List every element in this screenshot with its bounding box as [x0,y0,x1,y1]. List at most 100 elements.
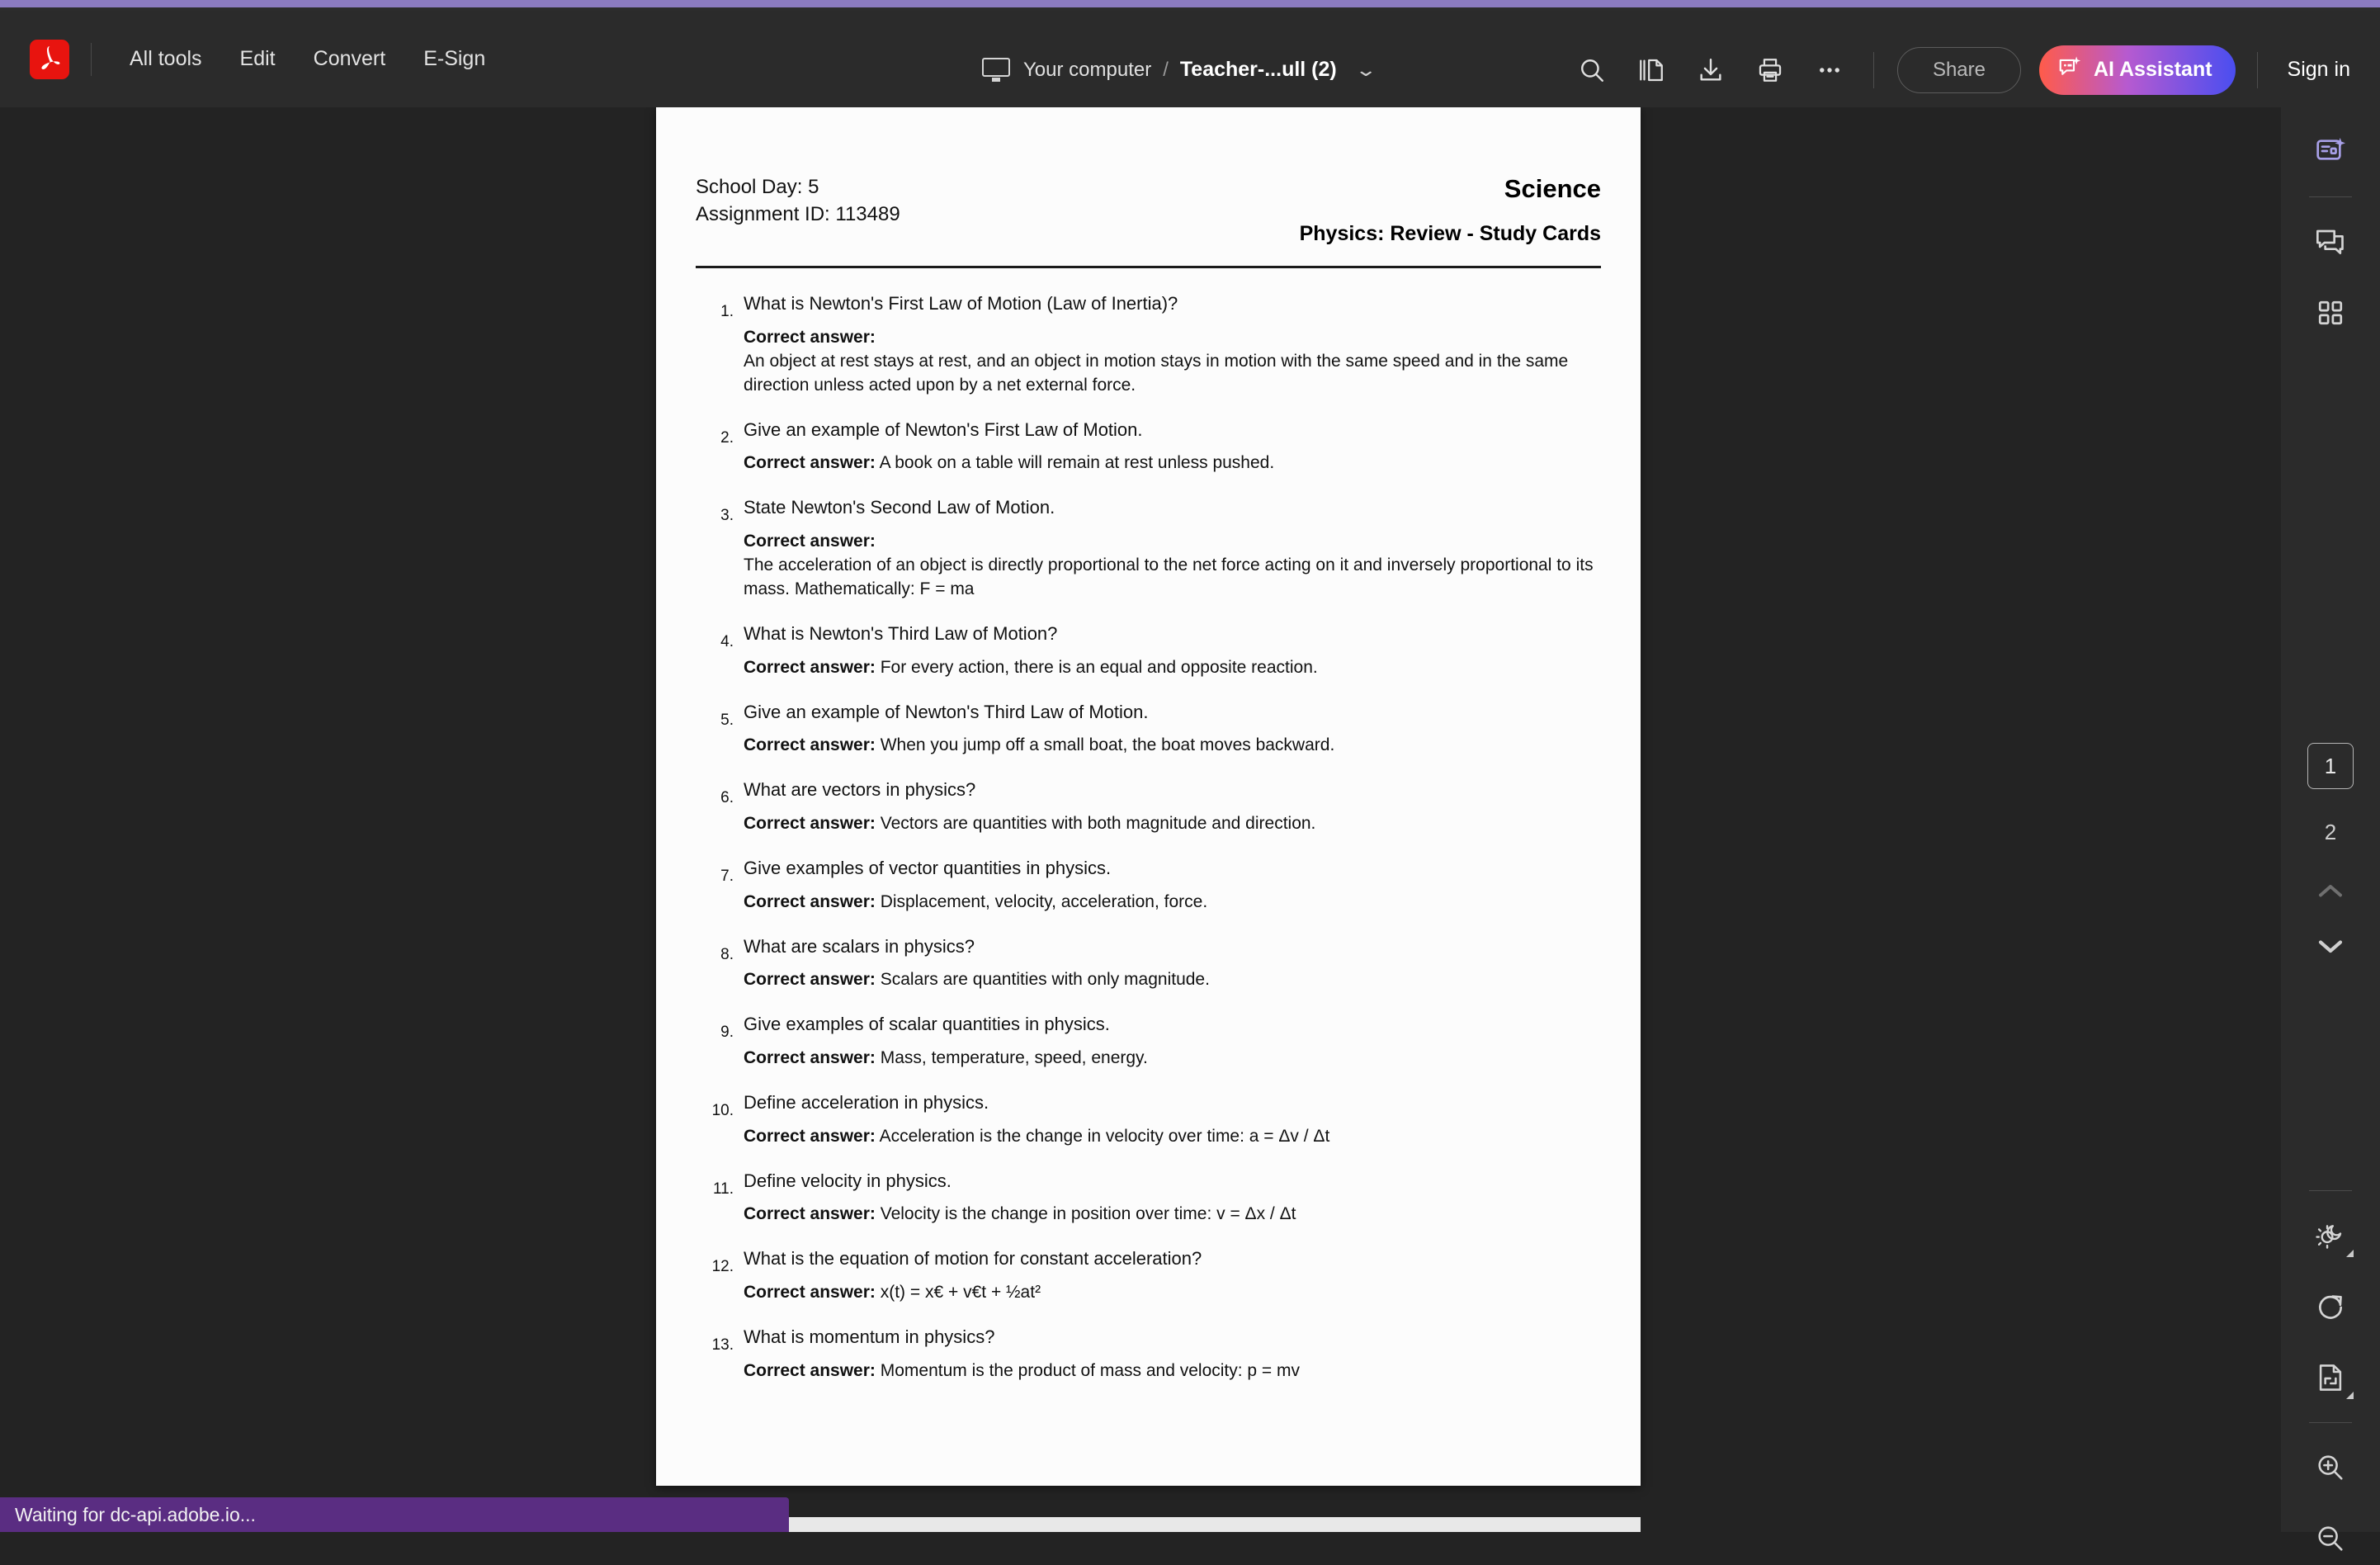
document-title: Physics: Review - Study Cards [1300,222,1601,246]
study-card-number: 7. [696,856,744,915]
study-card-item: 4.What is Newton's Third Law of Motion?C… [696,622,1601,680]
study-card-item: 2.Give an example of Newton's First Law … [696,418,1601,476]
school-day-text: School Day: 5 [696,173,900,201]
right-rail-divider-2 [2309,1190,2352,1191]
answer-label: Correct answer: [744,453,876,472]
study-card-answer: Correct answer: Momentum is the product … [744,1359,1601,1383]
answer-text: Mass, temperature, speed, energy. [876,1048,1148,1067]
answer-text: An object at rest stays at rest, and an … [744,350,1601,398]
ai-assistant-button[interactable]: AI Assistant [2039,45,2236,95]
breadcrumb-location[interactable]: Your computer [1023,59,1151,82]
pdf-page-1: School Day: 5 Assignment ID: 113489 Scie… [656,107,1641,1486]
fit-page-options-corner-icon [2346,1392,2354,1399]
answer-label: Correct answer: [744,814,876,833]
study-card-question: What are scalars in physics? [744,934,1601,959]
study-card-number: 4. [696,622,744,680]
study-card-item: 13.What is momentum in physics?Correct a… [696,1325,1601,1383]
answer-label: Correct answer: [744,658,876,677]
study-card-body: Give examples of scalar quantities in ph… [744,1012,1601,1071]
page-loading-accent-bar [0,0,2380,7]
share-button[interactable]: Share [1897,47,2021,93]
answer-label: Correct answer: [744,532,876,551]
zoom-in-icon[interactable] [2304,1441,2357,1494]
chevron-down-icon[interactable]: ⌄ [1354,59,1377,81]
more-options-icon[interactable] [1811,51,1849,89]
all-tools-grid-icon[interactable] [2304,286,2357,339]
toolbar-divider [91,43,92,76]
ai-sparkle-icon [2057,54,2082,85]
study-card-item: 5.Give an example of Newton's Third Law … [696,700,1601,759]
header-divider [696,266,1601,268]
study-card-answer: Correct answer: The acceleration of an ob… [744,530,1601,602]
study-card-answer: Correct answer: Acceleration is the chan… [744,1125,1601,1149]
answer-text: Acceleration is the change in velocity o… [876,1127,1329,1146]
page-down-chevron-icon[interactable] [2308,928,2353,964]
study-card-item: 6.What are vectors in physics?Correct an… [696,778,1601,836]
page-number-next[interactable]: 2 [2307,809,2354,855]
answer-label: Correct answer: [744,970,876,989]
display-mode-options-corner-icon [2346,1250,2354,1257]
answer-text: Velocity is the change in position over … [876,1204,1296,1223]
answer-label: Correct answer: [744,892,876,911]
study-card-answer: Correct answer: x(t) = x€ + v€t + ½at² [744,1281,1601,1305]
document-viewer[interactable]: School Day: 5 Assignment ID: 113489 Scie… [0,107,2281,1532]
sign-in-button[interactable]: Sign in [2258,58,2380,82]
rotate-clockwise-icon[interactable] [2304,1280,2357,1333]
study-card-number: 8. [696,934,744,993]
study-card-number: 9. [696,1012,744,1071]
study-card-question: Give examples of vector quantities in ph… [744,856,1601,881]
page-navigation: 1 2 [2281,743,2380,964]
answer-text: Displacement, velocity, acceleration, fo… [876,892,1207,911]
study-card-body: Give an example of Newton's First Law of… [744,418,1601,476]
search-icon[interactable] [1573,51,1611,89]
menu-esign[interactable]: E-Sign [423,39,485,79]
menu-edit[interactable]: Edit [240,39,276,79]
brand-logo[interactable] [30,40,69,79]
study-card-body: What are scalars in physics? Correct answ… [744,934,1601,993]
study-card-question: Give an example of Newton's Third Law of… [744,700,1601,725]
study-card-body: Define acceleration in physics. Correct a… [744,1090,1601,1149]
menu-all-tools[interactable]: All tools [130,39,202,79]
ai-assistant-panel-icon[interactable] [2304,125,2357,178]
answer-text: The acceleration of an object is directl… [744,554,1601,602]
study-card-question: What is momentum in physics? [744,1325,1601,1350]
study-card-number: 12. [696,1246,744,1305]
comment-panel-icon[interactable] [2304,215,2357,268]
display-mode-icon[interactable] [2304,1209,2357,1262]
study-card-answer: Correct answer: Velocity is the change i… [744,1203,1601,1227]
answer-label: Correct answer: [744,1204,876,1223]
toolbar-right-group: Share AI Assistant Sign in [1551,21,2380,118]
zoom-out-icon[interactable] [2304,1512,2357,1565]
answer-text: x(t) = x€ + v€t + ½at² [876,1283,1041,1302]
page-thumbnails-icon[interactable] [1632,51,1670,89]
breadcrumb-file-name[interactable]: Teacher-...ull (2) [1180,58,1337,82]
study-card-body: What is Newton's Third Law of Motion?Cor… [744,622,1601,680]
study-card-question: Define acceleration in physics. [744,1090,1601,1115]
page-number-current[interactable]: 1 [2307,743,2354,789]
study-card-body: State Newton's Second Law of Motion.Corr… [744,495,1601,602]
answer-label: Correct answer: [744,1361,876,1380]
document-title-block: Science Physics: Review - Study Cards [1300,173,1601,246]
answer-text: For every action, there is an equal and … [876,658,1318,677]
study-card-number: 3. [696,495,744,602]
acrobat-logo-icon [30,40,69,79]
study-card-list: 1.What is Newton's First Law of Motion (… [696,291,1601,1383]
menu-convert[interactable]: Convert [314,39,386,79]
status-bar: Waiting for dc-api.adobe.io... [0,1497,789,1532]
answer-label: Correct answer: [744,1283,876,1302]
document-meta: School Day: 5 Assignment ID: 113489 [696,173,900,228]
study-card-question: Define velocity in physics. [744,1169,1601,1194]
right-rail-divider [2309,196,2352,197]
study-card-answer: Correct answer: Mass, temperature, speed… [744,1047,1601,1071]
fit-page-icon[interactable] [2304,1351,2357,1404]
study-card-item: 8.What are scalars in physics? Correct an… [696,934,1601,993]
study-card-item: 10.Define acceleration in physics.Correc… [696,1090,1601,1149]
study-card-answer: Correct answer:An object at rest stays a… [744,326,1601,398]
print-icon[interactable] [1751,51,1789,89]
download-icon[interactable] [1692,51,1730,89]
study-card-item: 1.What is Newton's First Law of Motion (… [696,291,1601,398]
view-tools-group [2281,1172,2380,1565]
page-up-chevron-icon[interactable] [2308,873,2353,910]
study-card-body: Give examples of vector quantities in ph… [744,856,1601,915]
study-card-body: What is the equation of motion for const… [744,1246,1601,1305]
